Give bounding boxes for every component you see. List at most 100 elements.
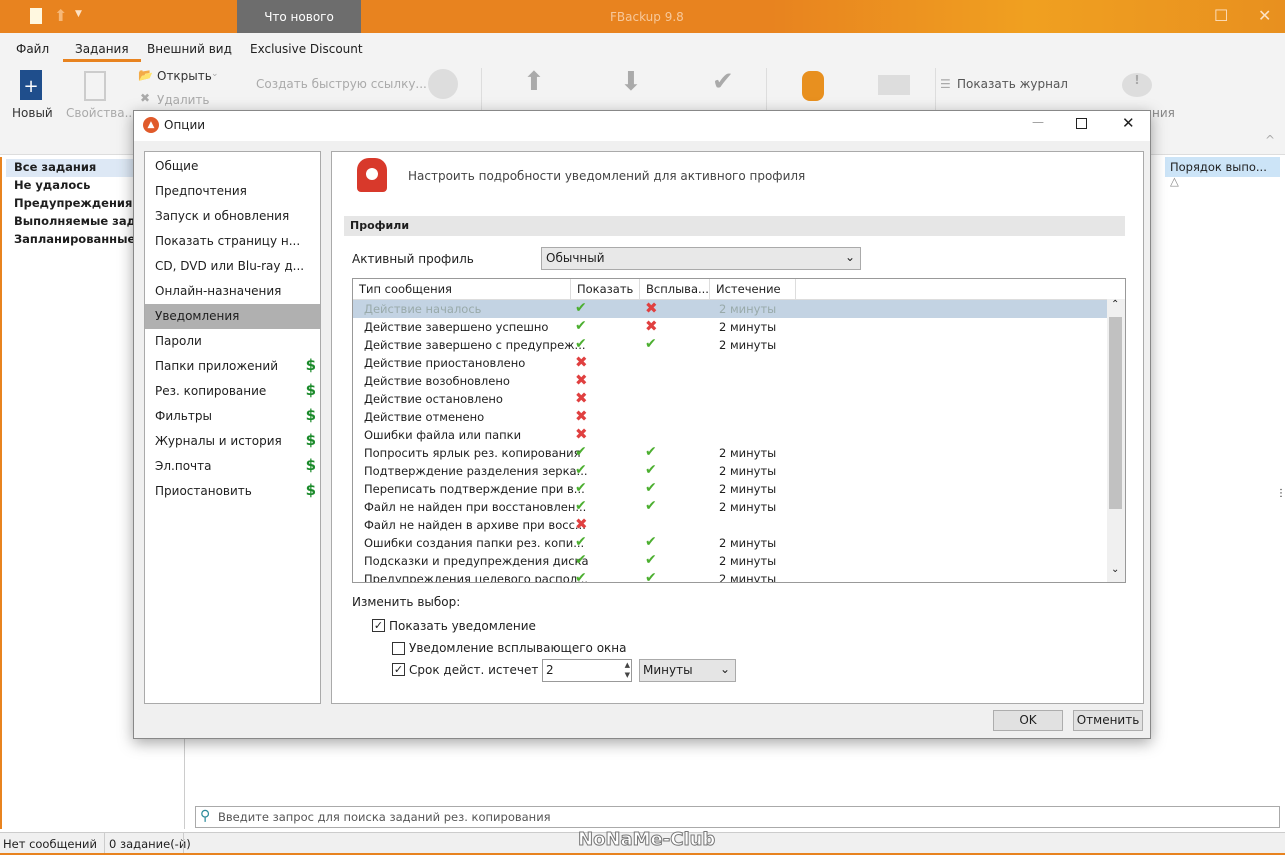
filter-scheduled[interactable]: Запланированные <box>14 232 135 246</box>
watermark: NoNaMe-Club <box>577 829 716 851</box>
table-row[interactable]: Предупреждения целевого распол... ✔ ✔ 2 мин… <box>353 570 1107 583</box>
column-show[interactable]: Показать <box>571 279 640 299</box>
nav-item[interactable]: Эл.почта $ <box>145 454 320 479</box>
search-input[interactable]: ⚲ Введите запрос для поиска заданий рез.… <box>195 806 1280 828</box>
show-notification-checkbox[interactable]: ✓ <box>372 619 385 632</box>
scroll-thumb[interactable] <box>1109 317 1122 509</box>
nav-item-label: Папки приложений <box>155 359 278 373</box>
show-notification-label: Показать уведомление <box>389 619 536 633</box>
nav-item-label: Показать страницу н... <box>155 234 301 248</box>
table-row[interactable]: Действие остановлено ✖ <box>353 389 1107 408</box>
menu-jobs[interactable]: Задания <box>63 42 141 62</box>
nav-item[interactable]: Показать страницу н... <box>145 229 320 254</box>
cross-icon: ✖ <box>575 425 588 443</box>
close-icon[interactable]: ✕ <box>1258 6 1271 25</box>
nav-item[interactable]: Пароли <box>145 329 320 354</box>
splitter-handle[interactable]: ⋮ <box>1276 488 1285 499</box>
expire-checkbox[interactable]: ✓ <box>392 663 405 676</box>
status-jobs: 0 задание(-й) <box>109 837 191 851</box>
minimize-icon[interactable]: — <box>1032 115 1044 129</box>
nav-item[interactable]: Папки приложений $ <box>145 354 320 379</box>
table-row[interactable]: Действие началось ✔ ✖ 2 минуты <box>353 299 1107 318</box>
maximize-icon[interactable] <box>1076 118 1087 129</box>
expire-time: 2 минуты <box>719 320 777 334</box>
new-button[interactable]: Новый <box>12 106 53 120</box>
nav-item[interactable]: Предпочтения <box>145 179 320 204</box>
show-log-button[interactable]: Показать журнал <box>957 77 1068 91</box>
expire-unit-select[interactable]: Минуты ⌄ <box>639 659 736 682</box>
nav-item[interactable]: Общие <box>145 154 320 179</box>
table-row[interactable]: Действие возобновлено ✖ <box>353 371 1107 390</box>
filter-failed[interactable]: Не удалось <box>14 178 90 192</box>
up-arrow-icon[interactable]: ⬆ <box>54 6 67 25</box>
table-row[interactable]: Действие завершено успешно ✔ ✖ 2 минуты <box>353 317 1107 336</box>
table-row[interactable]: Подсказки и предупреждения диска ✔ ✔ 2 мину… <box>353 552 1107 570</box>
expire-time: 2 минуты <box>719 572 777 583</box>
table-row[interactable]: Подтверждение разделения зерка... ✔ ✔ 2 мин… <box>353 462 1107 480</box>
column-header-order[interactable]: Порядок выпо... △ <box>1165 157 1280 188</box>
column-type[interactable]: Тип сообщения <box>353 279 571 299</box>
spinner-icon[interactable]: ▲ ▼ <box>625 660 630 680</box>
whats-new-tab[interactable]: Что нового <box>237 0 361 33</box>
active-profile-select[interactable]: Обычный ⌄ <box>541 247 861 270</box>
expire-time: 2 минуты <box>719 464 777 478</box>
close-icon[interactable]: ✕ <box>1122 114 1135 132</box>
table-row[interactable]: Действие приостановлено ✖ <box>353 353 1107 372</box>
new-job-icon[interactable]: + <box>20 70 42 100</box>
table-row[interactable]: Ошибки файла или папки ✖ <box>353 425 1107 444</box>
nav-item[interactable]: Онлайн-назначения <box>145 279 320 304</box>
nav-item-label: Уведомления <box>155 309 240 323</box>
message-type: Действие завершено успешно <box>364 320 549 334</box>
list-scrollbar[interactable]: ⌃ ⌄ <box>1107 299 1125 582</box>
panel-header: Настроить подробности уведомлений для ак… <box>408 169 806 183</box>
notifications-panel: Настроить подробности уведомлений для ак… <box>331 151 1144 704</box>
delete-button[interactable]: Удалить <box>157 93 210 107</box>
table-row[interactable]: Переписать подтверждение при в... ✔ ✔ 2 мин… <box>353 480 1107 498</box>
popup-notification-checkbox[interactable] <box>392 642 405 655</box>
maximize-icon[interactable]: ☐ <box>1214 6 1228 25</box>
properties-button[interactable]: Свойства... <box>66 106 136 120</box>
check-icon: ✔ <box>645 552 657 568</box>
table-row[interactable]: Ошибки создания папки рез. копи... ✔ ✔ 2 ми… <box>353 534 1107 552</box>
table-row[interactable]: Действие завершено с предупреж... ✔ ✔ 2 мин… <box>353 336 1107 354</box>
quick-link-button[interactable]: Создать быструю ссылку... <box>256 77 427 91</box>
collapse-ribbon-icon[interactable]: ^ <box>1265 133 1275 147</box>
menu-discount[interactable]: Exclusive Discount <box>250 42 363 56</box>
scroll-up-icon[interactable]: ⌃ <box>1111 299 1119 310</box>
paid-feature-icon: $ <box>305 456 316 474</box>
nav-item[interactable]: Уведомления <box>145 304 320 329</box>
nav-item[interactable]: CD, DVD или Blu-ray д... <box>145 254 320 279</box>
column-popup[interactable]: Всплыва... <box>640 279 710 299</box>
open-button[interactable]: Открыть <box>157 69 212 83</box>
menu-view[interactable]: Внешний вид <box>147 42 232 56</box>
menu-file[interactable]: Файл <box>16 42 49 56</box>
nav-item[interactable]: Рез. копирование $ <box>145 379 320 404</box>
table-row[interactable]: Файл не найден при восстановлен... ✔ ✔ 2 ми… <box>353 498 1107 516</box>
database-icon[interactable] <box>802 71 824 101</box>
table-row[interactable]: Действие отменено ✖ <box>353 407 1107 426</box>
nav-item[interactable]: Приостановить $ <box>145 479 320 504</box>
check-icon: ✔ <box>575 552 587 568</box>
nav-item-label: Запуск и обновления <box>155 209 290 223</box>
check-icon: ✔ <box>645 498 657 514</box>
dropdown-icon[interactable]: ▼ <box>75 9 82 19</box>
table-row[interactable]: Файл не найден в архиве при восс... ✖ <box>353 515 1107 534</box>
status-messages: Нет сообщений <box>3 837 97 851</box>
expire-value-input[interactable]: 2 ▲ ▼ <box>542 659 632 682</box>
table-row[interactable]: Попросить ярлык рез. копирования ✔ ✔ 2 мину… <box>353 444 1107 462</box>
cross-icon: ✖ <box>575 407 588 425</box>
ok-button[interactable]: OK <box>993 710 1063 731</box>
column-expire[interactable]: Истечение ... <box>710 279 796 310</box>
expire-time: 2 минуты <box>719 338 777 352</box>
nav-item[interactable]: Журналы и история $ <box>145 429 320 454</box>
nav-item-label: Рез. копирование <box>155 384 267 398</box>
cancel-button[interactable]: Отменить <box>1073 710 1143 731</box>
new-file-icon[interactable] <box>30 8 42 24</box>
filter-running[interactable]: Выполняемые задан <box>14 214 152 228</box>
nav-item[interactable]: Запуск и обновления <box>145 204 320 229</box>
filter-all[interactable]: Все задания <box>14 160 96 174</box>
nav-item[interactable]: Фильтры $ <box>145 404 320 429</box>
filter-warnings[interactable]: Предупреждения <box>14 196 132 210</box>
scroll-down-icon[interactable]: ⌄ <box>1111 564 1119 575</box>
app-icon: ▲ <box>143 117 159 133</box>
